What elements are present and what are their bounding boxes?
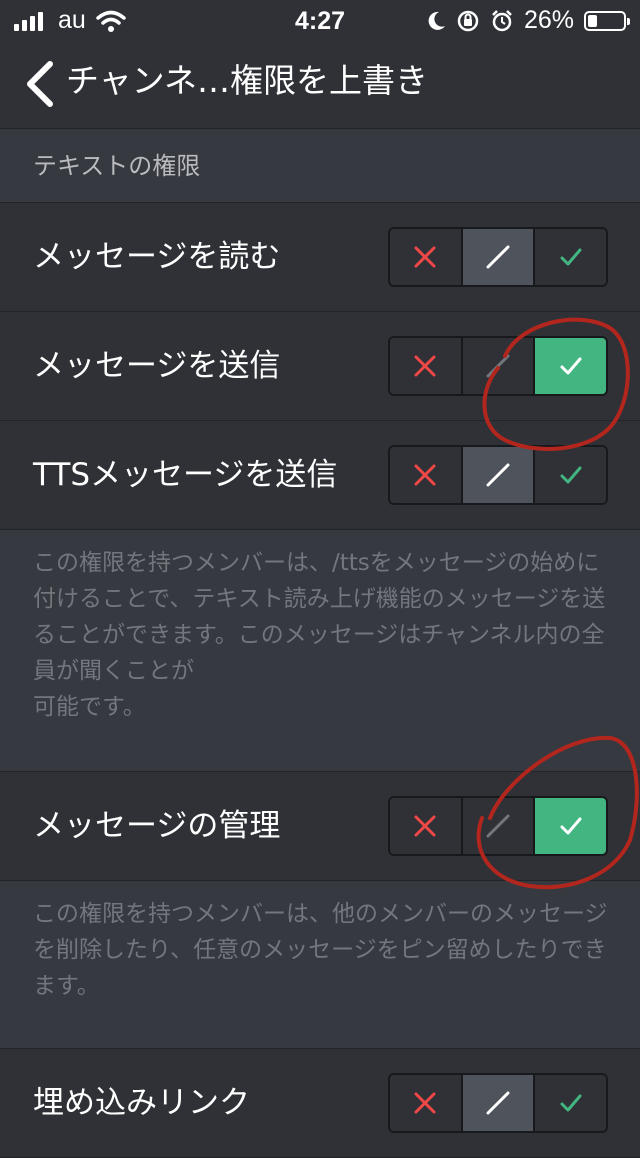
neutral-button[interactable] bbox=[462, 229, 536, 285]
check-icon bbox=[560, 357, 582, 375]
x-icon bbox=[414, 1092, 436, 1114]
permission-row-manage-messages: メッセージの管理 bbox=[0, 772, 640, 881]
permission-row-read-messages: メッセージを読む bbox=[0, 203, 640, 312]
moon-icon bbox=[428, 11, 445, 30]
permission-toggle bbox=[388, 1073, 608, 1133]
description-text: この権限を持つメンバーは、/ttsをメッセージの始めに付けることで、テキスト読み… bbox=[33, 550, 606, 720]
permission-description-manage: この権限を持つメンバーは、他のメンバーのメッセージを削除したり、任意のメッセージ… bbox=[0, 881, 640, 1049]
neutral-button[interactable] bbox=[462, 798, 536, 854]
neutral-button[interactable] bbox=[462, 338, 536, 394]
check-icon bbox=[560, 466, 582, 484]
navigation-bar: チャンネ…権限を上書き bbox=[0, 40, 640, 129]
permission-toggle bbox=[388, 445, 608, 505]
battery-percent: 26% bbox=[523, 6, 574, 34]
permission-label: 埋め込みリンク bbox=[33, 1085, 250, 1121]
section-header: テキストの権限 bbox=[0, 129, 640, 203]
slash-icon bbox=[486, 814, 510, 838]
allow-button[interactable] bbox=[535, 338, 606, 394]
slash-icon bbox=[486, 245, 510, 269]
chevron-left-icon[interactable] bbox=[22, 60, 62, 108]
permission-toggle bbox=[388, 227, 608, 287]
check-icon bbox=[560, 248, 582, 266]
permission-row-embed-links: 埋め込みリンク bbox=[0, 1049, 640, 1158]
slash-icon bbox=[486, 354, 510, 378]
permission-label: TTSメッセージを送信 bbox=[33, 457, 338, 493]
permission-label: メッセージを読む bbox=[33, 239, 281, 275]
page-title: チャンネ…権限を上書き bbox=[66, 61, 429, 100]
check-icon bbox=[560, 1094, 582, 1112]
permission-row-send-tts: TTSメッセージを送信 bbox=[0, 421, 640, 530]
x-icon bbox=[414, 246, 436, 268]
neutral-button[interactable] bbox=[462, 1075, 536, 1131]
alarm-icon bbox=[492, 9, 512, 31]
deny-button[interactable] bbox=[390, 447, 463, 503]
status-bar: au 4:27 26% bbox=[0, 0, 640, 40]
slash-icon bbox=[486, 1091, 510, 1115]
battery-icon bbox=[584, 10, 630, 31]
slash-icon bbox=[486, 463, 510, 487]
allow-button[interactable] bbox=[535, 229, 606, 285]
description-text: この権限を持つメンバーは、他のメンバーのメッセージを削除したり、任意のメッセージ… bbox=[33, 901, 608, 999]
neutral-button[interactable] bbox=[462, 447, 536, 503]
permission-row-send-messages: メッセージを送信 bbox=[0, 312, 640, 421]
x-icon bbox=[414, 815, 436, 837]
deny-button[interactable] bbox=[390, 229, 463, 285]
deny-button[interactable] bbox=[390, 798, 463, 854]
allow-button[interactable] bbox=[535, 798, 606, 854]
permission-label: メッセージを送信 bbox=[33, 348, 281, 384]
permission-description-tts: この権限を持つメンバーは、/ttsをメッセージの始めに付けることで、テキスト読み… bbox=[0, 530, 640, 772]
check-icon bbox=[560, 817, 582, 835]
x-icon bbox=[414, 464, 436, 486]
permission-label: メッセージの管理 bbox=[33, 808, 281, 844]
deny-button[interactable] bbox=[390, 338, 463, 394]
allow-button[interactable] bbox=[535, 1075, 606, 1131]
section-title: テキストの権限 bbox=[33, 152, 201, 180]
permission-toggle bbox=[388, 796, 608, 856]
x-icon bbox=[414, 355, 436, 377]
rotation-lock-icon bbox=[457, 10, 479, 31]
deny-button[interactable] bbox=[390, 1075, 463, 1131]
allow-button[interactable] bbox=[535, 447, 606, 503]
permission-toggle bbox=[388, 336, 608, 396]
